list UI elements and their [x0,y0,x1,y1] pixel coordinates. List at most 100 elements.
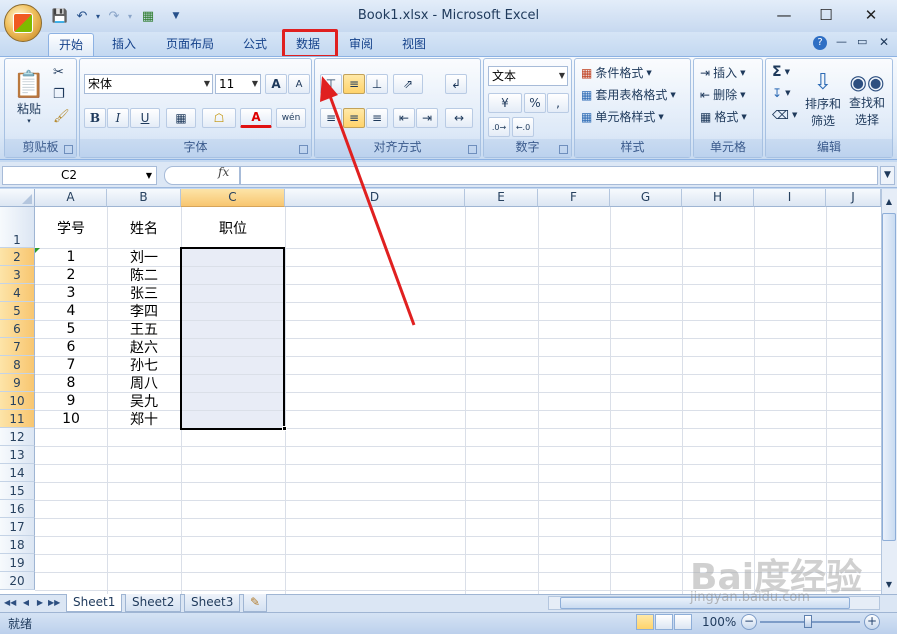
align-top-button[interactable]: ⊤ [320,74,342,94]
row-header-4[interactable]: 4 [0,284,35,302]
zoom-out-icon[interactable]: − [741,614,757,630]
column-header-f[interactable]: F [538,189,610,207]
cell-a10[interactable]: 9 [35,392,107,410]
cell-a7[interactable]: 6 [35,338,107,356]
insert-sheet-icon[interactable]: ✎ [243,594,267,612]
cell-styles-button[interactable]: ▦ 单元格样式 ▼ [581,108,664,125]
orientation-button[interactable]: ⇗ [393,74,423,94]
italic-button[interactable]: I [107,108,129,128]
align-right-button[interactable]: ≡ [366,108,388,128]
comma-button[interactable]: , [547,93,569,113]
column-header-d[interactable]: D [285,189,465,207]
autosum-button[interactable]: Σ ▼ [772,64,790,80]
column-header-a[interactable]: A [35,189,107,207]
normal-view-button[interactable] [636,614,654,630]
cell-a4[interactable]: 3 [35,284,107,302]
next-sheet-icon[interactable]: ▶ [34,596,46,610]
dialog-launcher-icon[interactable] [559,145,568,154]
page-break-view-button[interactable] [674,614,692,630]
align-bottom-button[interactable]: ⊥ [366,74,388,94]
borders-button[interactable]: ▦ [166,108,196,128]
cell-a2[interactable]: 1 [35,248,107,266]
bold-button[interactable]: B [84,108,106,128]
format-painter-icon[interactable]: 🖌 [53,109,70,124]
insert-function-icon[interactable]: fx [218,165,229,179]
sheet-tab-3[interactable]: Sheet3 [184,594,241,612]
fill-color-button[interactable]: ☖ [202,108,236,128]
cell-b1[interactable]: 姓名 [107,207,181,248]
column-header-c[interactable]: C [181,189,285,207]
cell-b5[interactable]: 李四 [107,302,181,320]
font-color-button[interactable]: A [240,108,272,128]
font-name-combo[interactable]: 宋体 ▼ [84,74,213,94]
cell-c1[interactable]: 职位 [181,207,285,248]
dialog-launcher-icon[interactable] [299,145,308,154]
cell-b9[interactable]: 周八 [107,374,181,392]
merge-center-button[interactable]: ↔ [445,108,473,128]
name-box[interactable]: C2 ▼ [2,166,157,185]
row-header-11[interactable]: 11 [0,410,35,428]
row-header-10[interactable]: 10 [0,392,35,410]
column-header-e[interactable]: E [465,189,538,207]
cell-a3[interactable]: 2 [35,266,107,284]
cell-b3[interactable]: 陈二 [107,266,181,284]
row-header-1[interactable]: 1 [0,207,35,248]
cell-b7[interactable]: 赵六 [107,338,181,356]
font-size-combo[interactable]: 11 ▼ [215,74,261,94]
ribbon-restore-icon[interactable]: ▭ [857,35,867,48]
scroll-up-icon[interactable]: ▲ [882,197,896,209]
column-header-g[interactable]: G [610,189,682,207]
row-header-17[interactable]: 17 [0,518,35,536]
accounting-format-button[interactable]: ¥ [488,93,522,113]
tab-view[interactable]: 视图 [392,33,436,56]
cell-b8[interactable]: 孙七 [107,356,181,374]
row-header-7[interactable]: 7 [0,338,35,356]
zoom-slider-thumb[interactable] [804,615,812,628]
tab-insert[interactable]: 插入 [102,33,146,56]
copy-icon[interactable]: ❐ [53,87,65,102]
conditional-formatting-button[interactable]: ▦ 条件格式 ▼ [581,64,652,81]
prev-sheet-icon[interactable]: ◀ [20,596,32,610]
row-header-12[interactable]: 12 [0,428,35,446]
underline-button[interactable]: U [130,108,160,128]
tab-page-layout[interactable]: 页面布局 [156,33,224,56]
row-header-20[interactable]: 20 [0,572,35,590]
maximize-button[interactable]: ☐ [808,4,844,26]
cut-icon[interactable]: ✂ [53,65,64,80]
row-header-18[interactable]: 18 [0,536,35,554]
delete-cells-button[interactable]: ⇤ 删除 ▼ [700,86,745,103]
format-cells-button[interactable]: ▦ 格式 ▼ [700,108,747,125]
error-indicator-icon[interactable] [35,248,40,253]
decrease-decimal-button[interactable]: ←.0 [512,117,534,137]
row-header-5[interactable]: 5 [0,302,35,320]
row-header-2[interactable]: 2 [0,248,35,266]
tab-review[interactable]: 审阅 [339,33,383,56]
column-header-h[interactable]: H [682,189,754,207]
sheet-tab-2[interactable]: Sheet2 [125,594,182,612]
fill-handle[interactable] [282,426,287,431]
vertical-scroll-thumb[interactable] [882,213,896,541]
cell-a8[interactable]: 7 [35,356,107,374]
grow-font-button[interactable]: A [265,74,287,94]
column-header-i[interactable]: I [754,189,826,207]
cell-b6[interactable]: 王五 [107,320,181,338]
number-format-combo[interactable]: 文本 ▼ [488,66,568,86]
row-header-19[interactable]: 19 [0,554,35,572]
row-header-13[interactable]: 13 [0,446,35,464]
minimize-button[interactable]: — [766,4,802,26]
percent-button[interactable]: % [524,93,546,113]
help-icon[interactable]: ? [813,36,827,50]
row-header-16[interactable]: 16 [0,500,35,518]
cell-b2[interactable]: 刘一 [107,248,181,266]
ribbon-close-icon[interactable]: ✕ [879,35,889,49]
select-all-corner[interactable] [0,189,35,207]
zoom-in-icon[interactable]: + [864,614,880,630]
cell-a6[interactable]: 5 [35,320,107,338]
first-sheet-icon[interactable]: ◀◀ [4,596,16,610]
row-header-3[interactable]: 3 [0,266,35,284]
expand-formula-bar-icon[interactable]: ▼ [880,166,895,185]
cell-b4[interactable]: 张三 [107,284,181,302]
cell-a9[interactable]: 8 [35,374,107,392]
align-middle-button[interactable]: ≡ [343,74,365,94]
paste-button[interactable]: 📋 粘贴 ▾ [9,65,49,129]
